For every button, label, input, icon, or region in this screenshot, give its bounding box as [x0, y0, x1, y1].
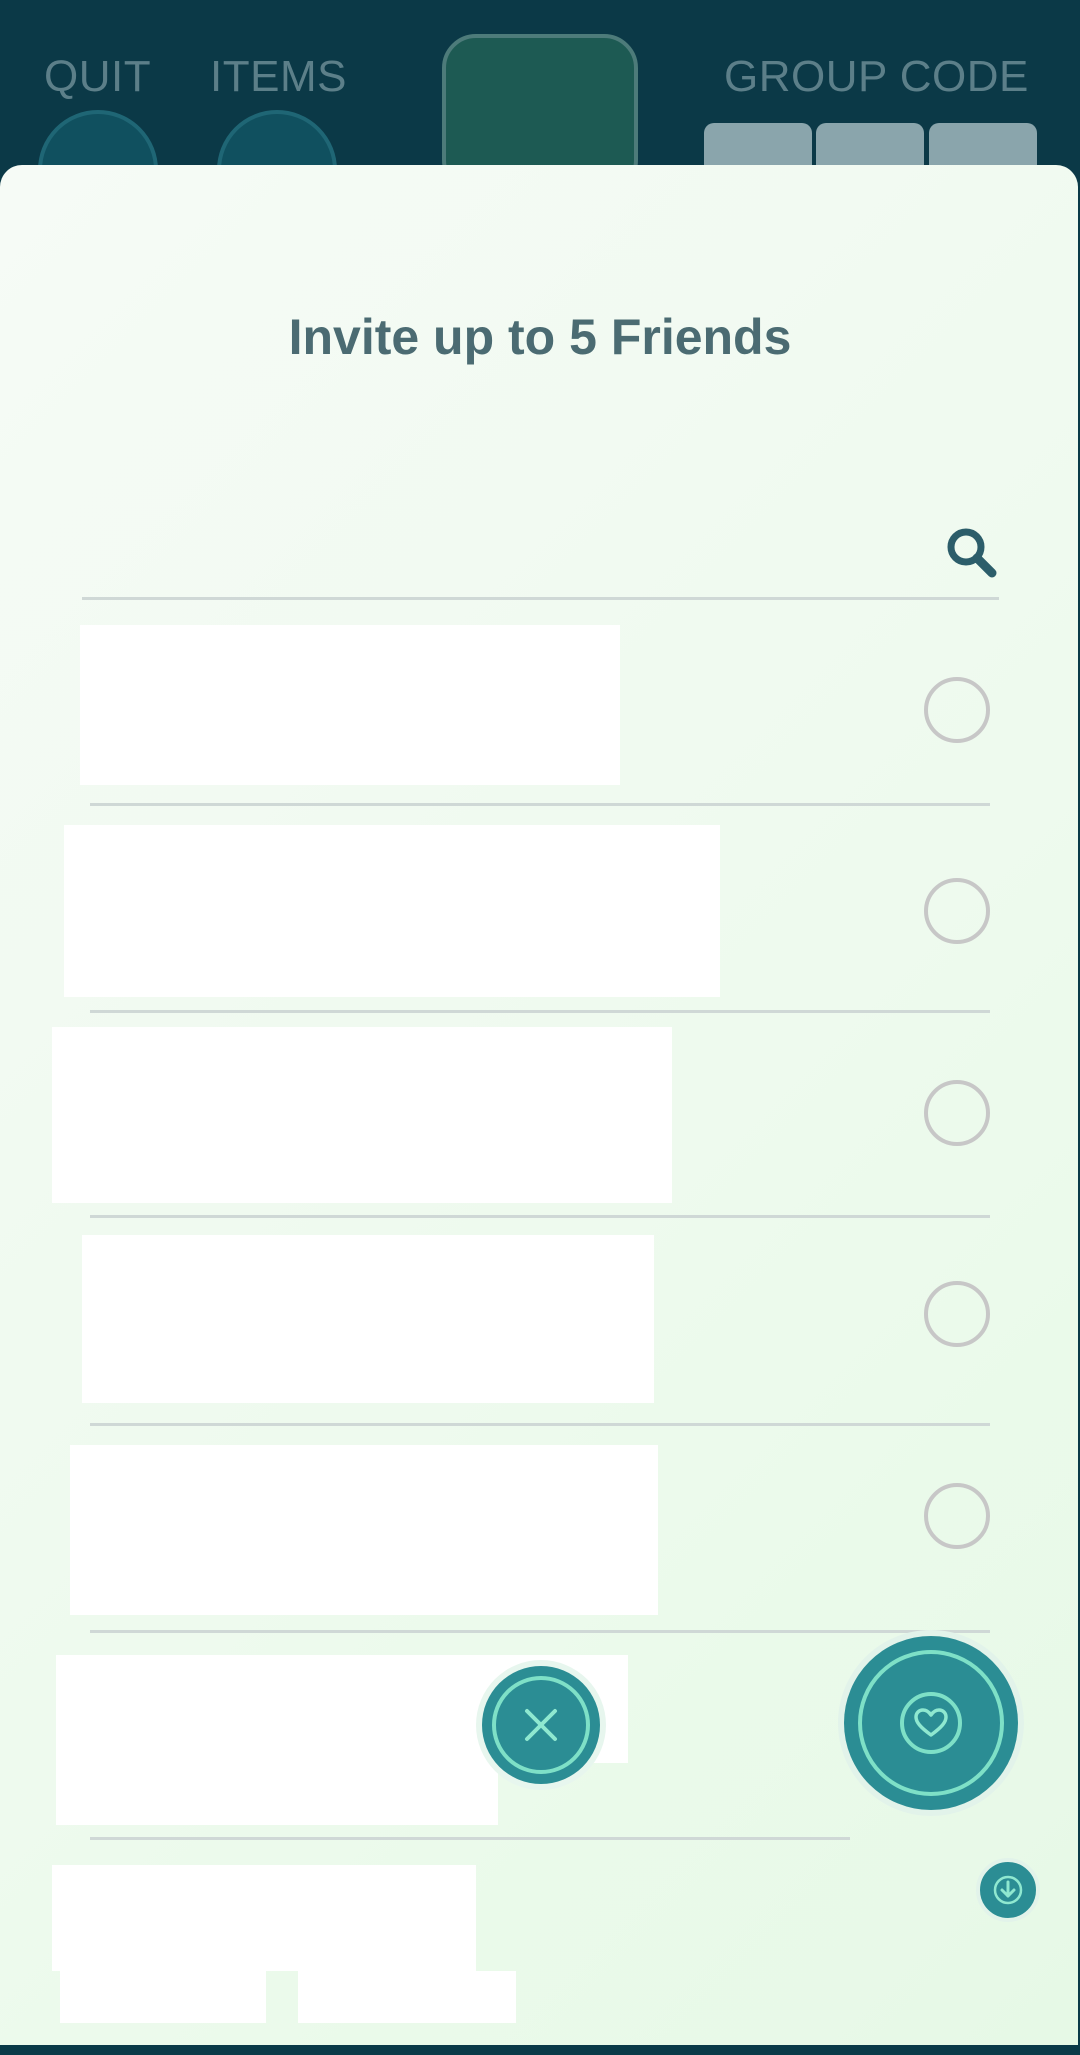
- search-bar: [82, 505, 999, 600]
- search-underline: [82, 597, 999, 600]
- items-label: ITEMS: [210, 52, 347, 101]
- row-divider: [90, 1215, 990, 1218]
- row-divider: [90, 1630, 990, 1633]
- friend-select-radio[interactable]: [924, 1080, 990, 1146]
- friend-row[interactable]: [0, 825, 1080, 1015]
- friend-name-redacted: [82, 1235, 654, 1403]
- download-badge[interactable]: [976, 1858, 1040, 1922]
- row-divider: [90, 803, 990, 806]
- friend-select-radio[interactable]: [924, 677, 990, 743]
- friend-name-redacted: [52, 1027, 672, 1203]
- friend-name-redacted: [298, 1971, 516, 2023]
- sheet-title: Invite up to 5 Friends: [288, 309, 792, 365]
- friend-row[interactable]: [0, 1445, 1080, 1635]
- friend-name-redacted: [80, 625, 620, 785]
- heart-icon: [914, 1708, 948, 1737]
- heart-ring: [900, 1692, 962, 1754]
- friend-name-redacted: [56, 1763, 498, 1825]
- friend-select-radio[interactable]: [924, 878, 990, 944]
- download-arrow-icon: [993, 1875, 1023, 1905]
- close-icon: [525, 1709, 557, 1741]
- search-input[interactable]: [82, 505, 906, 597]
- friend-select-radio[interactable]: [924, 1483, 990, 1549]
- friend-row[interactable]: [0, 625, 1080, 815]
- close-button[interactable]: [476, 1660, 606, 1790]
- row-divider: [90, 1837, 850, 1840]
- friend-row[interactable]: [0, 1235, 1080, 1425]
- quit-label: QUIT: [44, 52, 152, 101]
- friend-name-redacted: [60, 1971, 266, 2023]
- send-invite-button[interactable]: [838, 1630, 1024, 1816]
- close-button-ring: [492, 1676, 590, 1774]
- friend-name-redacted: [70, 1445, 658, 1615]
- friend-select-radio[interactable]: [924, 1281, 990, 1347]
- search-icon[interactable]: [942, 523, 1002, 583]
- send-invite-ring: [858, 1650, 1004, 1796]
- row-divider: [90, 1423, 990, 1426]
- group-code-label: GROUP CODE: [724, 52, 1029, 101]
- friend-row[interactable]: [0, 1027, 1080, 1217]
- send-invite-body: [844, 1636, 1018, 1810]
- friend-name-redacted: [52, 1865, 476, 1971]
- row-divider: [90, 1010, 990, 1013]
- friend-name-redacted: [64, 825, 720, 997]
- close-button-body: [482, 1666, 600, 1784]
